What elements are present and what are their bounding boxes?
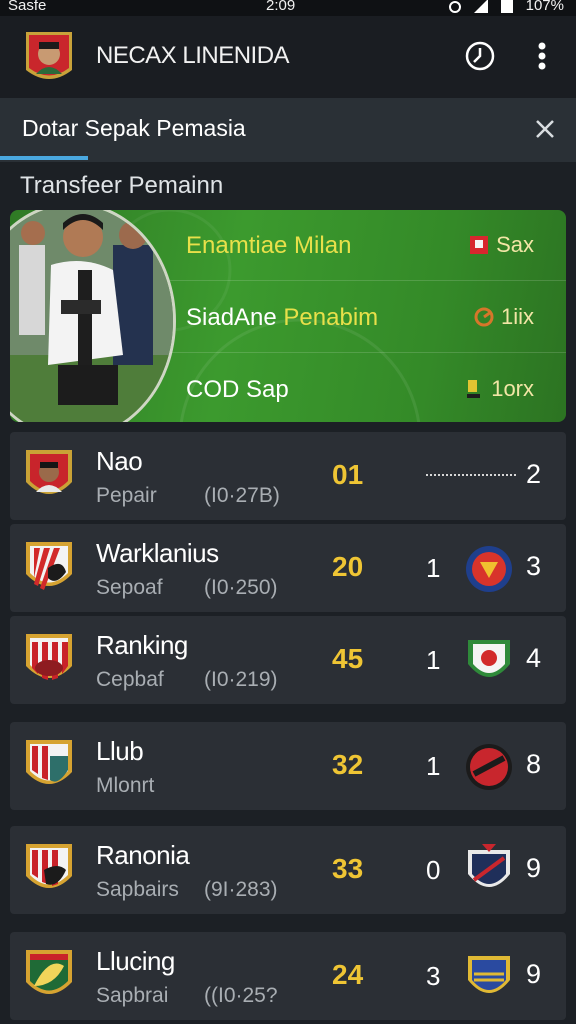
team-mid-value: 3 bbox=[426, 961, 441, 991]
feature-row-label-part: Penabim bbox=[283, 304, 379, 331]
feature-row-1[interactable]: Enamtiae Milan Sax bbox=[186, 210, 556, 280]
feature-row-value: 1iix bbox=[500, 304, 534, 329]
team-card[interactable]: Llucing Sapbrai ((I0·25? 24 3 9 bbox=[10, 932, 566, 1020]
battery-icon bbox=[500, 0, 513, 13]
feature-row-value: 1orx bbox=[491, 376, 534, 401]
team-rank: 9 bbox=[526, 853, 542, 883]
team-score: 01 bbox=[332, 459, 364, 490]
feature-row-stat: 1iix bbox=[473, 304, 534, 330]
close-icon[interactable] bbox=[530, 114, 560, 144]
green-club-crest-icon bbox=[26, 950, 72, 994]
trophy-icon bbox=[467, 380, 481, 398]
team-extra: (I0·219) bbox=[204, 668, 278, 691]
status-bar: Sasfe 2:09 107% bbox=[0, 0, 576, 16]
clock-icon[interactable] bbox=[460, 36, 500, 76]
team-mid-value: 1 bbox=[426, 553, 441, 583]
feature-row-stat: 1orx bbox=[463, 376, 534, 402]
team-subtitle: Sapbairs bbox=[96, 878, 179, 901]
team-mid-value: 1 bbox=[426, 751, 441, 781]
banner-progress-underline bbox=[0, 156, 88, 160]
club-crest-icon bbox=[470, 236, 489, 254]
signal-icon bbox=[473, 0, 488, 13]
feature-row-2[interactable]: SiadAne Penabim 1iix bbox=[186, 282, 556, 352]
team-card[interactable]: Warklanius Sepoaf (I0·250) 20 1 3 bbox=[10, 524, 566, 612]
team-score: 32 bbox=[332, 749, 364, 780]
team-subtitle: Cepbaf bbox=[96, 668, 164, 691]
team-score: 24 bbox=[332, 959, 364, 990]
player-portrait-crest-icon[interactable] bbox=[24, 30, 74, 86]
team-subtitle: Sepoaf bbox=[96, 576, 163, 599]
striped-club-crest-icon bbox=[26, 844, 72, 888]
status-carrier: Sasfe bbox=[8, 0, 47, 14]
swirl-icon bbox=[474, 307, 494, 327]
team-extra: (I0·250) bbox=[204, 576, 278, 599]
app-bar: NECAX LINENIDA bbox=[0, 16, 576, 98]
team-card[interactable]: Ranonia Sapbairs (9I·283) 33 0 9 bbox=[10, 826, 566, 914]
team-name: Llub bbox=[96, 736, 144, 766]
banner-title: Dotar Sepak Pemasia bbox=[22, 115, 246, 141]
feature-row-label: SiadAne Penabim bbox=[186, 304, 378, 332]
team-rank: 9 bbox=[526, 959, 542, 989]
notification-banner: Dotar Sepak Pemasia bbox=[0, 98, 576, 162]
feature-row-label: Enamtiae Milan bbox=[186, 232, 352, 259]
more-vertical-icon[interactable] bbox=[522, 36, 562, 76]
striped-club-crest-icon bbox=[26, 634, 72, 680]
team-mid-value: 0 bbox=[426, 855, 441, 885]
team-rank: 8 bbox=[526, 749, 542, 779]
team-card[interactable]: Ranking Cepbaf (I0·219) 45 1 4 bbox=[10, 616, 566, 704]
team-mid-value: 1 bbox=[426, 645, 441, 675]
opponent-badge-icon bbox=[468, 640, 510, 677]
team-score: 20 bbox=[332, 551, 364, 582]
team-card[interactable]: Nao Pepair (I0·27B) 01 2 bbox=[10, 432, 566, 520]
feature-divider bbox=[170, 280, 566, 281]
player-photo-illustration bbox=[10, 210, 173, 422]
app-title: NECAX LINENIDA bbox=[96, 42, 290, 69]
team-subtitle: Sapbrai bbox=[96, 984, 169, 1007]
team-rank: 2 bbox=[526, 459, 542, 489]
team-extra: (9I·283) bbox=[204, 878, 278, 901]
player-crest-icon bbox=[26, 450, 72, 494]
striped-club-crest-icon bbox=[26, 542, 72, 590]
striped-club-crest-icon bbox=[26, 740, 72, 784]
feature-row-3[interactable]: COD Sap 1orx bbox=[186, 354, 556, 422]
alarm-icon bbox=[448, 1, 461, 13]
team-name: Warklanius bbox=[96, 538, 219, 568]
status-time: 2:09 bbox=[266, 0, 296, 14]
opponent-badge-icon bbox=[466, 546, 512, 592]
team-subtitle: Pepair bbox=[96, 484, 157, 507]
feature-row-value: Sax bbox=[496, 232, 534, 257]
dotted-separator bbox=[426, 474, 516, 476]
team-subtitle: Mlonrt bbox=[96, 774, 155, 797]
featured-transfer-card[interactable]: Enamtiae Milan Sax SiadAne Penabim 1iix … bbox=[10, 210, 566, 422]
feature-row-label-part: SiadAne bbox=[186, 304, 277, 331]
opponent-badge-icon bbox=[468, 844, 510, 887]
feature-row-label: COD Sap bbox=[186, 376, 289, 403]
team-name: Ranonia bbox=[96, 840, 190, 870]
team-rank: 4 bbox=[526, 643, 542, 673]
team-extra: ((I0·25? bbox=[204, 984, 278, 1007]
team-rank: 3 bbox=[526, 551, 542, 581]
battery-percent: 107% bbox=[525, 0, 564, 14]
team-card[interactable]: Llub Mlonrt 32 1 8 bbox=[10, 722, 566, 810]
team-name: Llucing bbox=[96, 946, 175, 976]
feature-divider bbox=[170, 352, 566, 353]
status-icons: 107% bbox=[448, 0, 564, 14]
feature-row-stat: Sax bbox=[468, 232, 534, 258]
section-title: Transfeer Pemainn bbox=[20, 172, 224, 199]
team-score: 33 bbox=[332, 853, 364, 884]
opponent-badge-icon bbox=[466, 744, 512, 790]
team-extra: (I0·27B) bbox=[204, 484, 280, 507]
team-score: 45 bbox=[332, 643, 364, 674]
opponent-badge-icon bbox=[468, 956, 510, 993]
team-name: Nao bbox=[96, 446, 143, 476]
team-name: Ranking bbox=[96, 630, 188, 660]
